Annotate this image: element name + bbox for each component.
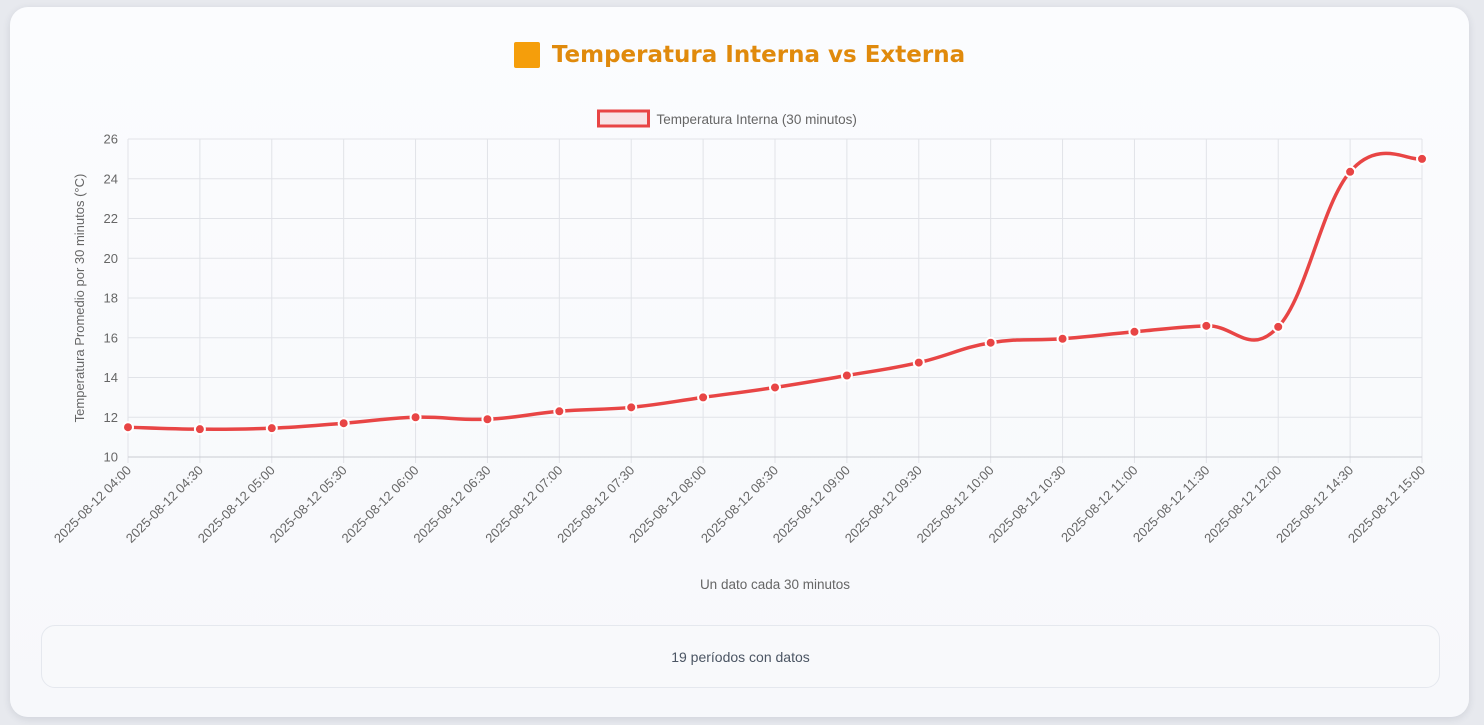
data-point[interactable] <box>1416 152 1428 165</box>
legend-label[interactable]: Temperatura Interna (30 minutos) <box>657 112 857 127</box>
data-point[interactable] <box>1344 165 1357 178</box>
summary-box: 19 períodos con datos <box>41 625 1440 688</box>
data-point[interactable] <box>912 356 925 369</box>
data-point[interactable] <box>193 423 206 436</box>
data-point[interactable] <box>697 391 710 404</box>
x-tick-label: 2025-08-12 05:00 <box>195 463 278 546</box>
x-tick-label: 2025-08-12 09:30 <box>842 463 925 546</box>
data-point[interactable] <box>1128 325 1141 338</box>
data-point[interactable] <box>984 336 997 349</box>
x-tick-label: 2025-08-12 11:00 <box>1058 463 1141 546</box>
x-tick-label: 2025-08-12 12:00 <box>1201 463 1284 546</box>
data-point[interactable] <box>1056 332 1069 345</box>
y-tick-label: 12 <box>104 410 118 425</box>
x-tick-label: 2025-08-12 09:00 <box>770 463 853 546</box>
chart-card: Temperatura Interna vs Externa 10 12 14 16 1… <box>10 7 1469 717</box>
x-tick-label: 2025-08-12 10:30 <box>985 463 1068 546</box>
data-point[interactable] <box>769 381 781 394</box>
x-tick-label: 2025-08-12 08:30 <box>698 463 781 546</box>
x-tick-label: 2025-08-12 10:00 <box>914 463 997 546</box>
y-tick-label: 20 <box>104 251 118 266</box>
y-tick-label: 14 <box>104 370 118 385</box>
y-tick-label: 24 <box>104 171 118 186</box>
data-point[interactable] <box>625 401 638 414</box>
x-tick-label: 2025-08-12 15:00 <box>1345 463 1428 546</box>
y-axis-title: Temperatura Promedio por 30 minutos (°C) <box>72 174 87 423</box>
data-point[interactable] <box>1200 319 1213 332</box>
x-tick-label: 2025-08-12 04:30 <box>123 463 206 546</box>
y-tick-label: 22 <box>104 211 118 226</box>
line-chart: 1012141618202224262025-08-12 04:002025-0… <box>51 109 1428 593</box>
data-point[interactable] <box>409 411 422 424</box>
y-tick-label: 26 <box>104 132 118 147</box>
x-tick-label: 2025-08-12 11:30 <box>1130 463 1213 546</box>
y-tick-label: 10 <box>104 450 118 465</box>
y-tick-label: 18 <box>104 291 118 306</box>
legend[interactable]: Temperatura Interna (30 minutos) <box>597 109 857 128</box>
data-point[interactable] <box>265 422 278 435</box>
x-axis-title: Un dato cada 30 minutos <box>700 577 850 592</box>
x-tick-label: 2025-08-12 06:30 <box>410 463 493 546</box>
x-tick-label: 2025-08-12 14:30 <box>1273 463 1356 546</box>
data-point[interactable] <box>553 405 566 418</box>
x-tick-label: 2025-08-12 08:00 <box>626 463 709 546</box>
x-tick-label: 2025-08-12 05:30 <box>267 463 350 546</box>
data-point[interactable] <box>481 413 494 426</box>
x-tick-label: 2025-08-12 06:00 <box>338 463 421 546</box>
x-tick-label: 2025-08-12 07:30 <box>554 463 637 546</box>
data-point[interactable] <box>840 369 853 382</box>
data-point[interactable] <box>337 417 350 430</box>
data-point[interactable] <box>122 421 134 434</box>
x-tick-label: 2025-08-12 04:00 <box>51 463 134 546</box>
axes: 1012141618202224262025-08-12 04:002025-0… <box>51 132 1428 593</box>
x-tick-label: 2025-08-12 07:00 <box>482 463 565 546</box>
grid <box>127 138 1423 463</box>
legend-swatch[interactable] <box>597 109 650 128</box>
data-point[interactable] <box>1272 320 1285 333</box>
y-tick-label: 16 <box>104 330 118 345</box>
summary-text: 19 períodos con datos <box>671 648 810 665</box>
